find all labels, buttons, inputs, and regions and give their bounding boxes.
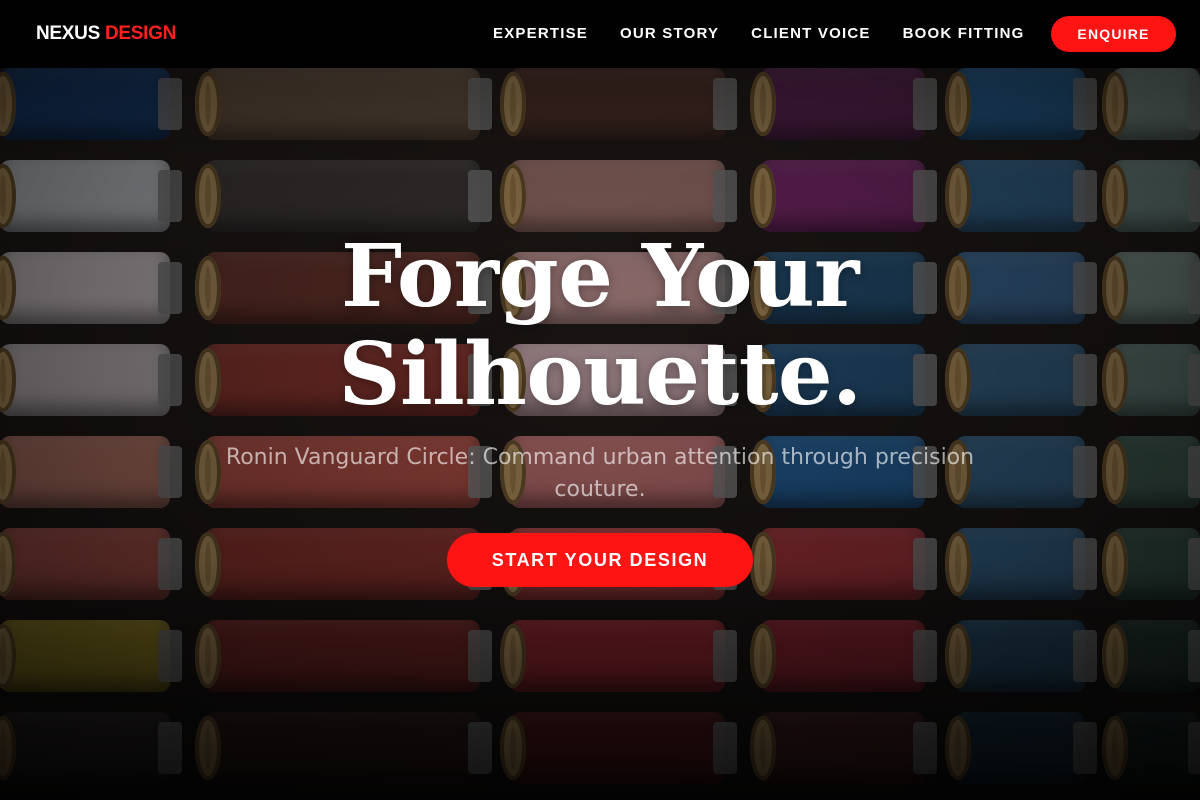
nav-item-book-fitting[interactable]: BOOK FITTING [887,22,1041,46]
nav-item-our-story[interactable]: OUR STORY [604,22,735,46]
hero-subtitle: Ronin Vanguard Circle: Command urban att… [225,445,975,502]
hero-content: Forge Your Silhouette. Ronin Vanguard Ci… [0,0,1200,800]
enquire-button[interactable]: ENQUIRE [1051,16,1176,52]
start-your-design-button[interactable]: START YOUR DESIGN [447,533,753,587]
nav-item-expertise[interactable]: EXPERTISE [477,22,604,46]
brand-logo[interactable]: NEXUS DESIGN [36,22,176,46]
top-navbar: NEXUS DESIGN EXPERTISE OUR STORY CLIENT … [0,0,1200,68]
nav-item-client-voice[interactable]: CLIENT VOICE [735,22,886,46]
hero-headline: Forge Your Silhouette. [338,226,862,425]
brand-name-accent: DESIGN [104,23,176,44]
brand-name-primary: NEXUS [36,23,100,44]
nav-links: EXPERTISE OUR STORY CLIENT VOICE BOOK FI… [477,22,1040,46]
